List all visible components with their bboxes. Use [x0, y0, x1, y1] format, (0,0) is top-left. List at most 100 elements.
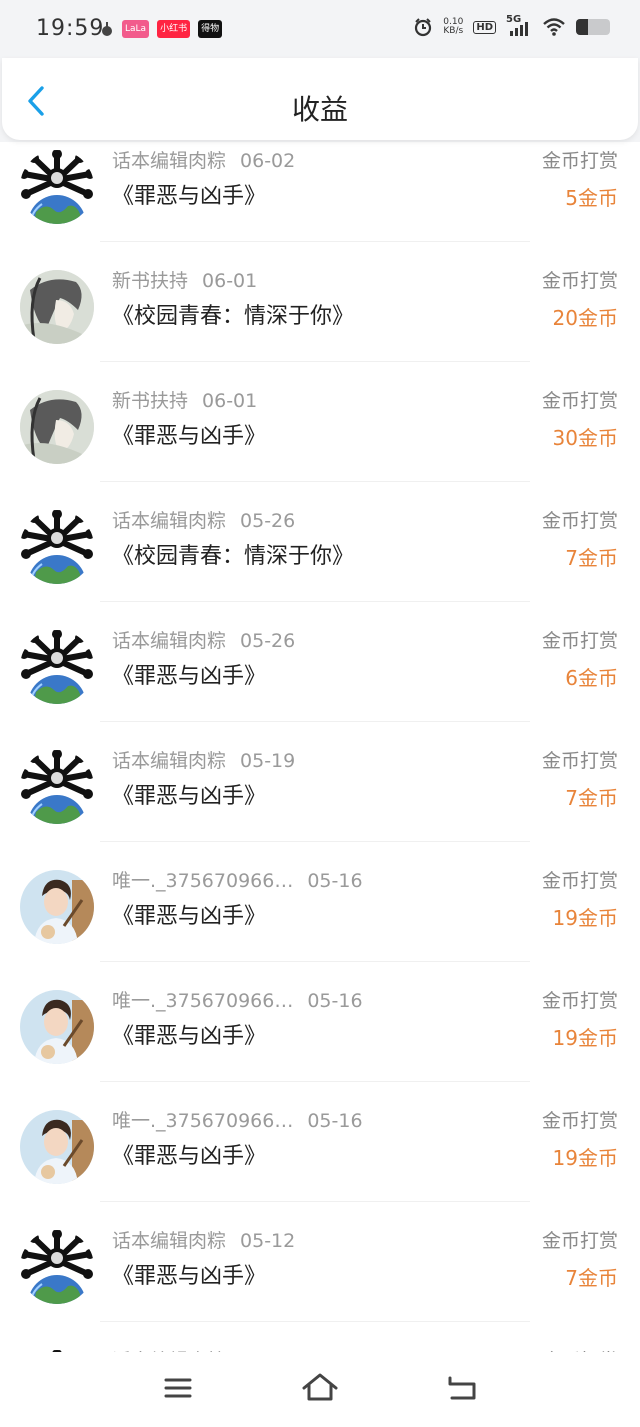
reward-amount: 30金币 — [552, 426, 618, 450]
reward-amount: 6金币 — [565, 666, 618, 690]
record-date: 05-26 — [240, 630, 296, 652]
globe-avatar[interactable] — [20, 510, 94, 584]
record-meta: 话本编辑肉粽 06-02 — [112, 146, 295, 173]
record-meta: 话本编辑肉粽 05-26 — [112, 506, 295, 533]
book-title: 《校园青春：情深于你》 — [112, 544, 355, 569]
ink-portrait-avatar[interactable] — [20, 390, 94, 464]
record-date: 06-02 — [240, 150, 296, 172]
sender-name: 话本编辑肉粽 — [112, 510, 227, 532]
book-title: 《罪恶与凶手》 — [112, 184, 267, 209]
sender-name: 话本编辑肉粽 — [112, 150, 227, 172]
header: 收益 — [0, 58, 640, 142]
reward-amount: 19金币 — [552, 1146, 618, 1170]
earning-record-row[interactable]: 话本编辑肉粽 05-12 《罪恶与凶手》 金币打赏 7金币 — [0, 1202, 640, 1322]
notification-icon — [102, 22, 112, 36]
reward-amount: 19金币 — [552, 906, 618, 930]
globe-avatar[interactable] — [20, 630, 94, 704]
record-date: 05-12 — [240, 1230, 296, 1252]
painter-avatar[interactable] — [20, 990, 94, 1064]
record-date: 05-16 — [307, 1110, 363, 1132]
painter-avatar[interactable] — [20, 870, 94, 944]
reward-type: 金币打赏 — [541, 990, 618, 1012]
reward-amount: 7金币 — [565, 1266, 618, 1290]
globe-avatar[interactable] — [20, 150, 94, 224]
earning-record-row[interactable]: 话本编辑肉粽 05-19 《罪恶与凶手》 金币打赏 7金币 — [0, 722, 640, 842]
alarm-icon — [415, 18, 432, 37]
earning-record-row[interactable]: 唯一._375670966… 05-16 《罪恶与凶手》 金币打赏 19金币 — [0, 842, 640, 962]
sender-name: 新书扶持 — [112, 270, 189, 292]
record-meta: 话本编辑肉粽 05-12 — [112, 1226, 295, 1253]
book-title: 《罪恶与凶手》 — [112, 424, 267, 449]
record-meta: 话本编辑肉粽 05-26 — [112, 626, 295, 653]
reward-type: 金币打赏 — [541, 870, 618, 892]
reward-type: 金币打赏 — [541, 510, 618, 532]
book-title: 《罪恶与凶手》 — [112, 1144, 267, 1169]
earning-record-row[interactable]: 话本编辑肉粽05-05金币打赏 — [0, 1322, 640, 1352]
book-title: 《罪恶与凶手》 — [112, 904, 267, 929]
record-date: 05-16 — [307, 870, 363, 892]
sender-name: 唯一._375670966… — [112, 990, 294, 1012]
book-title: 《校园青春：情深于你》 — [112, 304, 355, 329]
header-card: 收益 — [2, 58, 638, 140]
earning-record-row[interactable]: 话本编辑肉粽 05-26 《校园青春：情深于你》 金币打赏 7金币 — [0, 482, 640, 602]
reward-amount: 19金币 — [552, 1026, 618, 1050]
signal-bars-icon — [510, 22, 528, 36]
earning-record-row[interactable]: 新书扶持 06-01 《罪恶与凶手》 金币打赏 30金币 — [0, 362, 640, 482]
record-meta: 唯一._375670966… 05-16 — [112, 986, 363, 1013]
record-date: 05-26 — [240, 510, 296, 532]
globe-avatar[interactable] — [20, 1230, 94, 1304]
reward-amount: 5金币 — [565, 186, 618, 210]
menu-icon[interactable] — [158, 1370, 198, 1406]
record-date: 05-16 — [307, 990, 363, 1012]
reward-type: 金币打赏 — [541, 1110, 618, 1132]
ink-portrait-avatar[interactable] — [20, 270, 94, 344]
reward-type: 金币打赏 — [541, 270, 618, 292]
net-speed: 0.10 KB/s — [443, 18, 463, 36]
earning-record-row[interactable]: 唯一._375670966… 05-16 《罪恶与凶手》 金币打赏 19金币 — [0, 962, 640, 1082]
earnings-list[interactable]: 话本编辑肉粽 06-02 《罪恶与凶手》 金币打赏 5金币 新书扶持 06-01 《校园青春：… — [0, 142, 640, 1352]
reward-type: 金币打赏 — [541, 150, 618, 172]
earning-record-row[interactable]: 话本编辑肉粽 06-02 《罪恶与凶手》 金币打赏 5金币 — [0, 142, 640, 242]
earning-record-row[interactable]: 新书扶持 06-01 《校园青春：情深于你》 金币打赏 20金币 — [0, 242, 640, 362]
app-badge-xiaohongshu: 小红书 — [157, 20, 191, 38]
reward-type: 金币打赏 — [541, 1230, 618, 1252]
back-icon[interactable] — [442, 1370, 482, 1406]
record-meta: 新书扶持 06-01 — [112, 386, 257, 413]
sender-name: 新书扶持 — [112, 390, 189, 412]
book-title: 《罪恶与凶手》 — [112, 1024, 267, 1049]
sender-name: 话本编辑肉粽 — [112, 1230, 227, 1252]
status-app-badges: LaLa 小红书 得物 — [100, 20, 223, 38]
hd-badge: HD — [473, 20, 496, 34]
record-meta: 话本编辑肉粽 05-19 — [112, 746, 295, 773]
home-icon[interactable] — [300, 1370, 340, 1406]
app-badge-dewu: 得物 — [198, 20, 223, 38]
globe-avatar[interactable] — [20, 750, 94, 824]
book-title: 《罪恶与凶手》 — [112, 784, 267, 809]
app-badge-lala: LaLa — [122, 20, 150, 38]
painter-avatar[interactable] — [20, 1110, 94, 1184]
record-meta: 唯一._375670966… 05-16 — [112, 1106, 363, 1133]
earning-record-row[interactable]: 话本编辑肉粽 05-26 《罪恶与凶手》 金币打赏 6金币 — [0, 602, 640, 722]
reward-amount: 7金币 — [565, 786, 618, 810]
sender-name: 唯一._375670966… — [112, 870, 294, 892]
reward-type: 金币打赏 — [541, 390, 618, 412]
record-meta: 唯一._375670966… 05-16 — [112, 866, 363, 893]
page-title: 收益 — [291, 93, 348, 126]
sender-name: 话本编辑肉粽 — [112, 630, 227, 652]
system-nav-bar — [0, 1352, 640, 1427]
net-speed-unit: KB/s — [443, 26, 464, 36]
reward-type: 金币打赏 — [541, 630, 618, 652]
earning-record-row[interactable]: 唯一._375670966… 05-16 《罪恶与凶手》 金币打赏 19金币 — [0, 1082, 640, 1202]
record-date: 05-19 — [240, 750, 296, 772]
status-indicators: 0.10 KB/s HD 5G — [413, 14, 610, 37]
signal-indicator: 5G — [506, 14, 532, 37]
status-bar: 19:59 LaLa 小红书 得物 0.10 KB/s HD 5G — [0, 0, 640, 58]
status-time: 19:59 — [36, 16, 105, 41]
wifi-icon — [543, 18, 565, 36]
record-date: 06-01 — [202, 390, 258, 412]
reward-amount: 7金币 — [565, 546, 618, 570]
battery-icon — [576, 19, 610, 35]
reward-amount: 20金币 — [552, 306, 618, 330]
sender-name: 唯一._375670966… — [112, 1110, 294, 1132]
book-title: 《罪恶与凶手》 — [112, 1264, 267, 1289]
